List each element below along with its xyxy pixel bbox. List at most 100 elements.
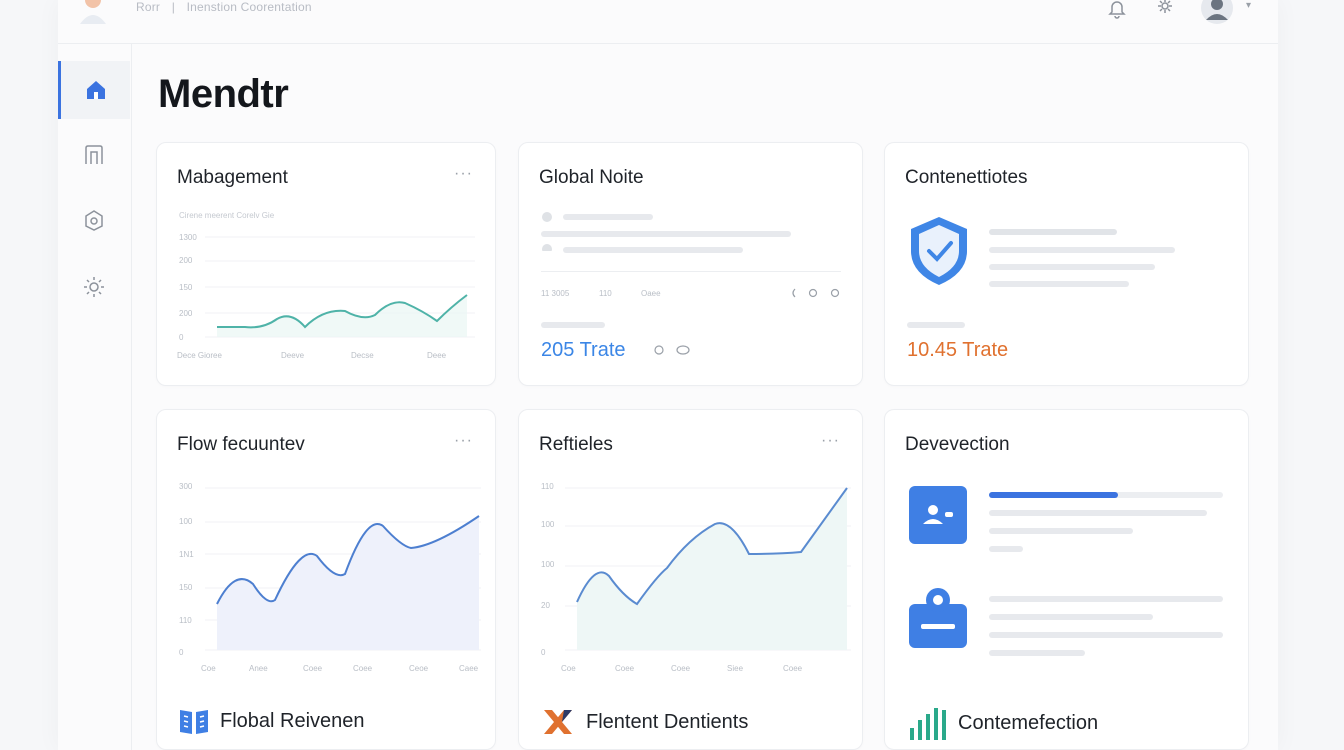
breadcrumb-item[interactable]: Rorr [136,0,160,14]
flow-chart [205,487,481,651]
y-tick: 1300 [179,233,197,242]
y-tick: 0 [179,648,184,657]
footer-label: Flobal Reivenen [220,709,365,732]
x-tick: Coee [303,664,323,673]
y-tick: 0 [541,648,546,657]
card-flow: Flow fecuuntev ··· 300 100 1N1 150 110 0… [156,409,496,750]
page-title: Mendtr [158,72,289,116]
footer-label: Flentent Dentients [586,710,749,733]
card-title: Global Noite [539,167,644,188]
skeleton-line [563,214,653,220]
skeleton-line [541,231,791,237]
y-tick: 100 [179,517,193,526]
footer-label: Contemefection [958,711,1099,734]
x-tick: Anee [249,664,268,673]
bar-chart-icon [910,708,946,740]
card-menu-button[interactable]: ··· [454,165,473,183]
x-tick: Coee [615,664,635,673]
card-title: Mabagement [177,167,288,188]
settings-icon [84,277,104,297]
skeleton-line [989,281,1129,287]
x-tick: Coe [561,664,576,673]
card-title: Flow fecuuntev [177,434,305,455]
meta-text: 11 3005 [541,289,570,298]
sidebar-item-home[interactable] [58,61,130,119]
card-global-note: Global Noite 11 3005 110 Oaee 205 Trate [518,142,863,386]
y-tick: 20 [541,601,550,610]
progress-track [989,492,1223,498]
footer-link-content[interactable]: Contemefection [908,706,1098,740]
card-menu-button[interactable]: ··· [821,432,840,450]
sidebar-item-settings[interactable] [58,258,130,316]
skeleton-line [989,546,1023,552]
y-tick: 300 [179,482,193,491]
card-devevection: Devevection [884,409,1249,750]
skeleton-line [989,247,1175,253]
home-icon [86,81,105,99]
card-menu-button[interactable]: ··· [454,432,473,450]
management-chart [205,236,475,338]
x-tick: Caee [459,664,479,673]
card-management: Mabagement ··· Cirene meerent Corelv Gie… [156,142,496,386]
x-tick: Coe [201,664,216,673]
x-tick: Decse [351,351,374,360]
skeleton-line [989,510,1207,516]
x-tick: Coee [671,664,691,673]
sidebar [58,44,132,750]
y-tick: 150 [179,583,193,592]
y-tick: 1N1 [179,550,194,559]
x-tick: Ceoe [409,664,429,673]
stat-value: 10.45 Trate [907,339,1009,361]
skeleton-line [989,528,1133,534]
users-icon [909,486,967,544]
x-tick: Coee [353,664,373,673]
y-tick: 0 [179,333,184,342]
reftieles-chart [565,487,851,651]
skeleton-line [989,229,1117,235]
x-tick: Coee [783,664,803,673]
divider [541,271,841,272]
y-tick: 200 [179,309,193,318]
x-tick: Siee [727,664,744,673]
bell-icon[interactable] [1106,0,1128,20]
skeleton-line [989,614,1153,620]
skeleton-line [563,247,743,253]
skeleton-line [989,632,1223,638]
layout-icon [85,145,103,164]
top-bar: Rorr | Inenstion Coorentation ▾ [58,0,1278,44]
x-tick: Deeve [281,351,305,360]
y-tick: 200 [179,256,193,265]
skeleton-line [541,322,605,328]
y-tick: 110 [179,616,192,625]
sidebar-item-box[interactable] [58,191,130,249]
breadcrumb-separator: | [171,0,176,14]
footer-link-global[interactable]: Flobal Reivenen [178,706,365,736]
y-tick: 100 [541,520,555,529]
card-reftieles: Reftieles ··· 110 100 100 20 0 Coe Coee … [518,409,863,750]
meta-text: 110 [599,289,612,298]
chart-caption: Cirene meerent Corelv Gie [179,211,275,220]
card-actions[interactable] [789,287,843,299]
card-title: Devevection [905,434,1010,455]
app-window: Rorr | Inenstion Coorentation ▾ Mendtr M… [58,0,1278,750]
box-icon [85,210,103,231]
meta-text: Oaee [641,289,661,298]
skeleton-line [989,264,1155,270]
profile-avatar[interactable] [1200,0,1234,24]
skeleton-line [989,596,1223,602]
y-tick: 150 [179,283,193,292]
shield-check-icon [911,217,967,285]
chevron-down-icon[interactable]: ▾ [1246,0,1251,11]
stat-indicator-icon [654,345,690,355]
breadcrumb-item[interactable]: Inenstion Coorentation [187,0,312,14]
sidebar-item-layout[interactable] [58,126,130,184]
footer-link-flentent[interactable]: Flentent Dentients [540,706,748,738]
x-tick: Dece Gioree [177,351,222,360]
card-content-notes: Contenettiotes 10.45 Trate [884,142,1249,386]
user-avatar-icon[interactable] [78,0,108,24]
card-title: Contenettiotes [905,167,1028,188]
gear-icon[interactable] [1154,0,1176,20]
stat-value: 205 Trate [541,339,626,361]
book-icon [180,710,208,734]
y-tick: 110 [541,482,554,491]
